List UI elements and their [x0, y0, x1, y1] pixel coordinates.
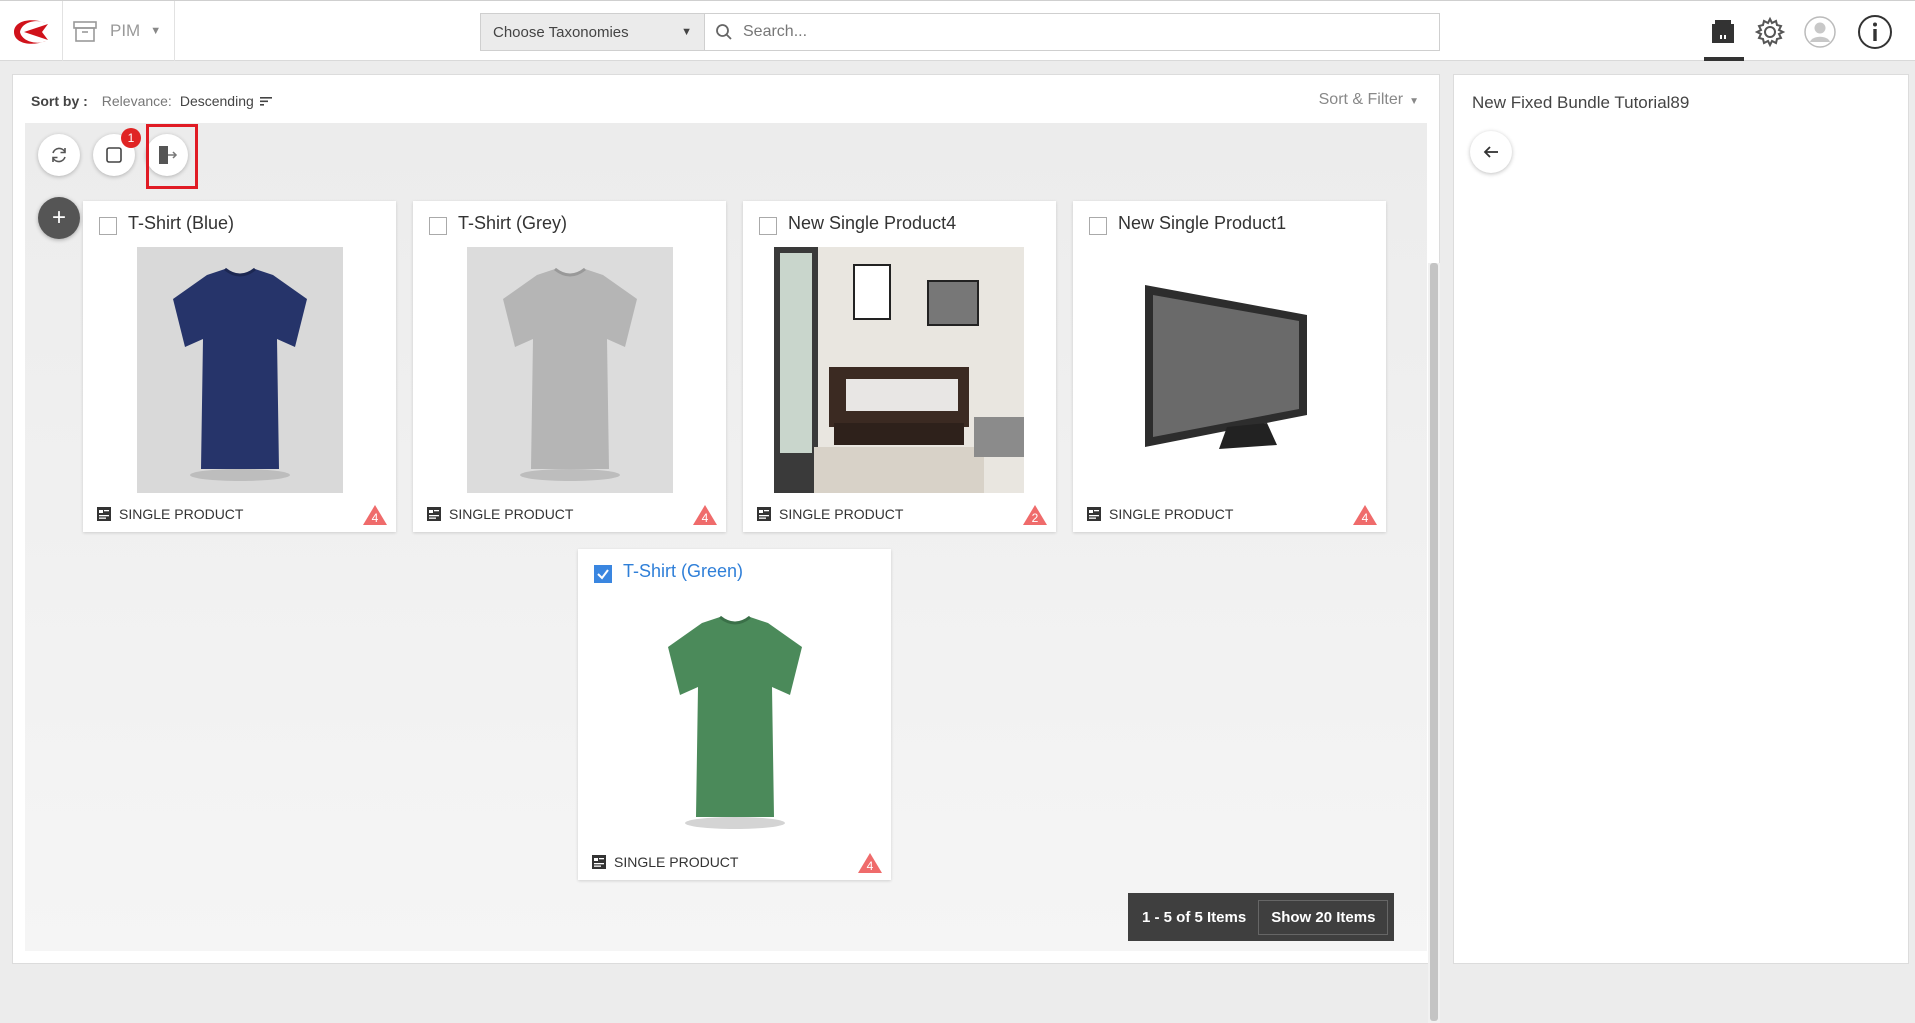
product-card[interactable]: T-Shirt (Green) SINGLE PRODUCT 4: [578, 549, 891, 880]
checkmark-icon: [597, 569, 609, 580]
chevron-down-icon: ▼: [1409, 96, 1419, 107]
product-type-icon: [97, 507, 111, 521]
refresh-button[interactable]: [38, 134, 80, 176]
product-title[interactable]: T-Shirt (Grey): [458, 213, 567, 234]
search-input[interactable]: [743, 23, 1439, 41]
select-all-button[interactable]: 1: [93, 128, 141, 176]
vertical-scrollbar[interactable]: [1428, 263, 1440, 1023]
search-icon: [716, 24, 732, 40]
app-switcher[interactable]: PIM ▼: [72, 16, 161, 46]
product-type: SINGLE PRODUCT: [757, 506, 903, 522]
chevron-down-icon: ▼: [681, 26, 692, 38]
product-image: [1127, 247, 1333, 493]
search-field[interactable]: [705, 14, 1439, 50]
plus-icon: +: [51, 204, 66, 231]
warning-count: 2: [1032, 511, 1039, 525]
catalog-icon[interactable]: [1704, 13, 1742, 51]
highlight-box: [146, 124, 198, 189]
product-type-icon: [757, 507, 771, 521]
product-checkbox[interactable]: [99, 217, 117, 235]
taxonomy-dropdown[interactable]: Choose Taxonomies ▼: [481, 14, 705, 50]
active-tab-indicator: [1704, 57, 1744, 61]
add-product-button[interactable]: +: [38, 197, 80, 239]
bundle-title: New Fixed Bundle Tutorial89: [1472, 93, 1690, 112]
product-type-icon: [427, 507, 441, 521]
product-image: [774, 247, 1024, 493]
show-items-button[interactable]: Show 20 Items: [1258, 899, 1389, 935]
product-type-label: SINGLE PRODUCT: [1109, 506, 1234, 522]
product-checkbox[interactable]: [429, 217, 447, 235]
selected-count-badge: 1: [121, 128, 141, 148]
product-card[interactable]: T-Shirt (Blue) SINGLE PRODUCT 4: [83, 201, 396, 532]
info-icon[interactable]: [1856, 13, 1894, 51]
header-divider: [62, 1, 63, 61]
product-checkbox[interactable]: [759, 217, 777, 235]
product-type-icon: [1087, 507, 1101, 521]
search-bar: Choose Taxonomies ▼: [480, 13, 1440, 51]
top-header: PIM ▼ Choose Taxonomies ▼: [0, 0, 1915, 61]
sort-bar: Sort by : Relevance: Descending: [31, 93, 274, 109]
product-title[interactable]: T-Shirt (Blue): [128, 213, 234, 234]
user-avatar-icon[interactable]: [1801, 13, 1839, 51]
warning-icon[interactable]: 4: [362, 504, 388, 526]
product-card[interactable]: New Single Product4 SINGLE PRODUCT 2: [743, 201, 1056, 532]
sort-by-label: Sort by :: [31, 93, 88, 109]
warning-icon[interactable]: 4: [692, 504, 718, 526]
sort-filter-label: Sort & Filter: [1318, 91, 1404, 108]
relevance-label: Relevance:: [101, 93, 172, 109]
product-card[interactable]: New Single Product1 SINGLE PRODUCT 4: [1073, 201, 1386, 532]
product-type-label: SINGLE PRODUCT: [614, 854, 739, 870]
archive-icon: [73, 21, 97, 42]
product-type-icon: [592, 855, 606, 869]
product-title[interactable]: T-Shirt (Green): [623, 561, 743, 582]
product-checkbox[interactable]: [594, 565, 612, 583]
warning-count: 4: [372, 511, 379, 525]
brand-logo[interactable]: [8, 15, 54, 49]
pagination-count: 1 - 5 of 5 Items: [1142, 908, 1247, 926]
product-image: [632, 595, 838, 841]
product-checkbox[interactable]: [1089, 217, 1107, 235]
gear-icon[interactable]: [1751, 13, 1789, 51]
product-type: SINGLE PRODUCT: [592, 854, 738, 870]
warning-count: 4: [867, 859, 874, 873]
warning-count: 4: [702, 511, 709, 525]
product-image: [137, 247, 343, 493]
product-type: SINGLE PRODUCT: [97, 506, 243, 522]
warning-icon[interactable]: 2: [1022, 504, 1048, 526]
scrollbar-thumb[interactable]: [1430, 263, 1438, 1021]
taxonomy-label: Choose Taxonomies: [493, 23, 629, 41]
warning-count: 4: [1362, 511, 1369, 525]
checkbox-icon: [106, 147, 122, 163]
product-title[interactable]: New Single Product4: [788, 213, 956, 234]
back-button[interactable]: [1470, 131, 1512, 173]
arrow-left-icon: [1483, 146, 1498, 158]
product-title[interactable]: New Single Product1: [1118, 213, 1286, 234]
header-divider: [174, 1, 175, 61]
product-card[interactable]: T-Shirt (Grey) SINGLE PRODUCT 4: [413, 201, 726, 532]
product-type-label: SINGLE PRODUCT: [779, 506, 904, 522]
sort-icon[interactable]: [259, 95, 274, 107]
warning-icon[interactable]: 4: [857, 852, 883, 874]
app-name: PIM: [110, 21, 141, 40]
pagination-bar: 1 - 5 of 5 Items Show 20 Items: [1128, 893, 1395, 941]
chevron-down-icon: ▼: [150, 25, 162, 37]
product-type-label: SINGLE PRODUCT: [119, 506, 244, 522]
bundle-detail-panel: New Fixed Bundle Tutorial89: [1453, 74, 1909, 964]
sort-filter-button[interactable]: Sort & Filter ▼: [1319, 91, 1419, 109]
warning-icon[interactable]: 4: [1352, 504, 1378, 526]
product-image: [467, 247, 673, 493]
sort-direction[interactable]: Descending: [180, 93, 254, 109]
product-type: SINGLE PRODUCT: [1087, 506, 1233, 522]
product-type: SINGLE PRODUCT: [427, 506, 573, 522]
product-type-label: SINGLE PRODUCT: [449, 506, 574, 522]
refresh-icon: [52, 147, 66, 163]
